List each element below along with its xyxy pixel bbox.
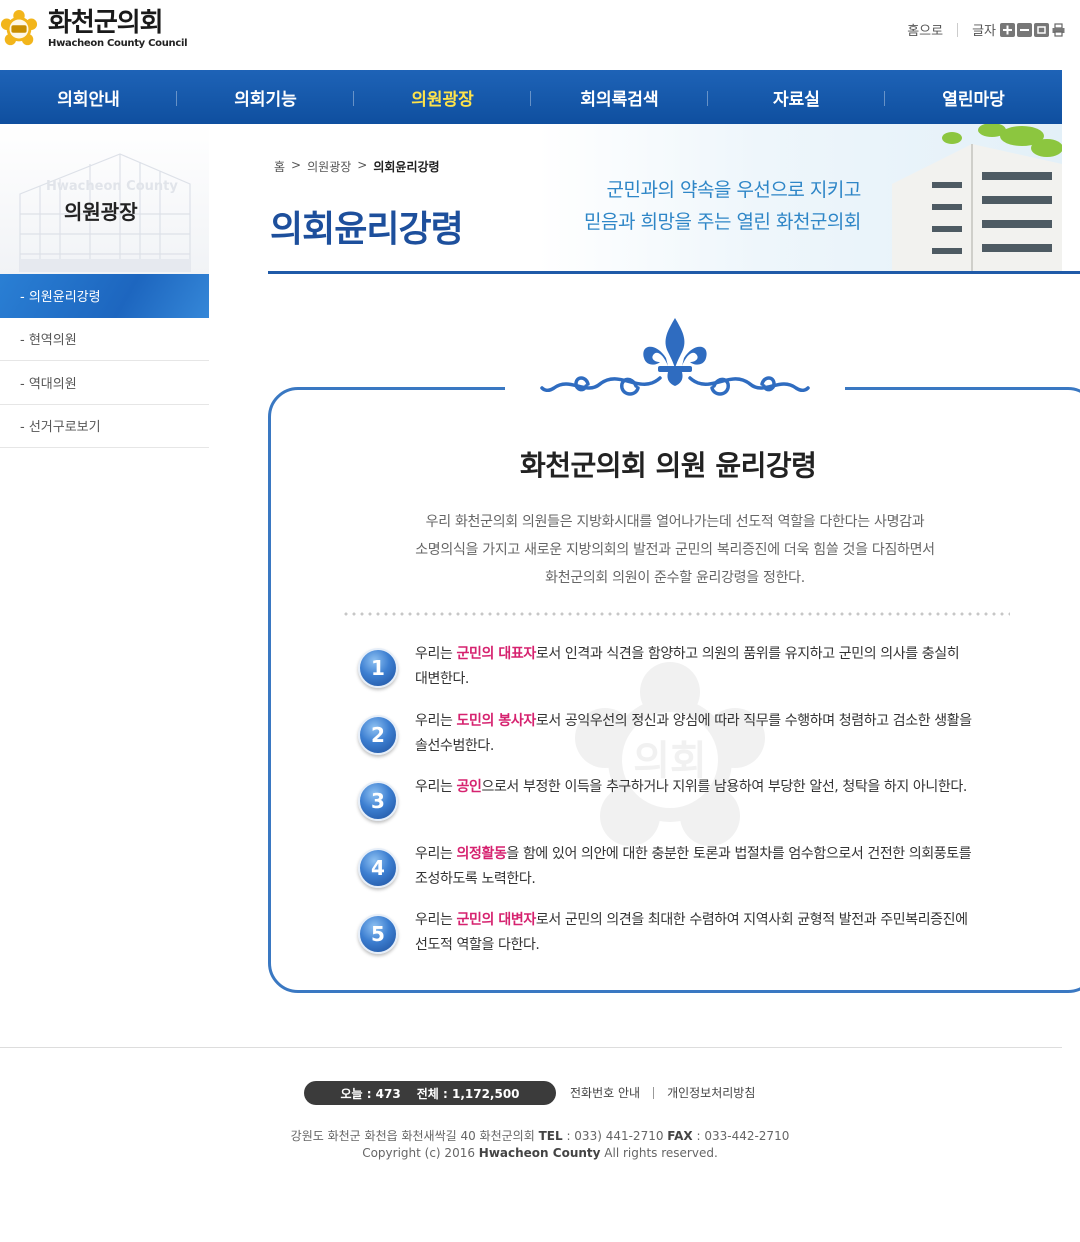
item-highlight: 공인 xyxy=(456,779,482,796)
item-number-badge: 3 xyxy=(358,781,398,822)
utility-divider xyxy=(957,22,959,37)
breadcrumb: 홈 > 의원광장 > 의회윤리강령 xyxy=(274,158,440,175)
site-logo[interactable]: 화천군의회 Hwacheon County Council xyxy=(0,8,188,50)
utility-menu: 홈으로 글자 xyxy=(907,20,1066,39)
side-visual-english: Hwacheon County xyxy=(46,179,178,194)
logo-english-name: Hwacheon County Council xyxy=(48,38,188,49)
breadcrumb-current: 의회윤리강령 xyxy=(373,160,440,174)
phone-directory-link[interactable]: 전화번호 안내 xyxy=(570,1084,640,1101)
lnb-item-constituency[interactable]: - 선거구로보기 xyxy=(0,405,209,448)
side-visual: Hwacheon County 의원광장 xyxy=(0,124,209,274)
fleur-de-lis-ornament-icon xyxy=(540,318,810,396)
footer-link-divider xyxy=(653,1086,655,1099)
page-visual: 홈 > 의원광장 > 의회윤리강령 의회윤리강령 군민과의 약속을 우선으로 지… xyxy=(268,124,1062,272)
item-number-badge: 5 xyxy=(358,914,398,955)
lnb-item-current-members[interactable]: - 현역의원 xyxy=(0,318,209,361)
font-decrease-icon[interactable] xyxy=(1017,22,1032,37)
lnb-item-ethics[interactable]: - 의원윤리강령 xyxy=(0,274,209,318)
print-icon[interactable] xyxy=(1051,22,1066,37)
slogan-line-1: 군민과의 약속을 우선으로 지키고 xyxy=(606,179,862,201)
item-text: 우리는 군민의 대변자로서 군민의 의견을 최대한 수렴하여 지역사회 균형적 … xyxy=(415,912,968,954)
breadcrumb-separator: > xyxy=(357,158,368,172)
item-text: 우리는 도민의 봉사자로서 공익우선의 정신과 양심에 따라 직무를 수행하며 … xyxy=(415,712,972,754)
item-text: 우리는 공인으로서 부정한 이득을 추구하거나 지위를 남용하여 부당한 알선,… xyxy=(415,779,967,796)
sub-navigation: - 의원윤리강령 - 현역의원 - 역대의원 - 선거구로보기 xyxy=(0,274,209,448)
visitor-today: 오늘 : 473 xyxy=(340,1086,401,1101)
intro-line: 소명의식을 가지고 새로운 지방의회의 발전과 군민의 복리증진에 더욱 힘쓸 … xyxy=(415,542,935,558)
breadcrumb-home[interactable]: 홈 xyxy=(274,158,285,175)
footer-copyright: Copyright (c) 2016 Hwacheon County All r… xyxy=(362,1146,718,1160)
item-number-badge: 1 xyxy=(358,648,398,688)
nav-archive[interactable]: 자료실 xyxy=(708,70,885,124)
footer-links: 전화번호 안내 개인정보처리방침 xyxy=(570,1084,755,1101)
side-section-title: 의원광장 xyxy=(64,200,138,224)
lnb-item-past-members[interactable]: - 역대의원 xyxy=(0,361,209,405)
ethics-item: 1 우리는 군민의 대표자로서 인격과 식견을 함양하고 의원의 품위를 유지하… xyxy=(358,642,978,709)
site-header: 화천군의회 Hwacheon County Council 홈으로 글자 xyxy=(0,0,1080,70)
breadcrumb-separator: > xyxy=(291,158,302,172)
item-text: 우리는 의정활동을 함에 있어 의안에 대한 충분한 토론과 법절차를 엄수함으… xyxy=(415,845,972,887)
ethics-item: 2 우리는 도민의 봉사자로서 공익우선의 정신과 양심에 따라 직무를 수행하… xyxy=(358,709,978,776)
privacy-policy-link[interactable]: 개인정보처리방침 xyxy=(667,1084,755,1101)
font-increase-icon[interactable] xyxy=(1000,22,1015,37)
ethics-title: 화천군의회 의원 윤리강령 xyxy=(520,449,817,482)
item-number-badge: 4 xyxy=(358,847,398,888)
nav-open-forum[interactable]: 열린마당 xyxy=(885,70,1062,124)
logo-korean-name: 화천군의회 xyxy=(48,8,164,38)
font-reset-icon[interactable] xyxy=(1034,22,1049,37)
slogan-line-2: 믿음과 희망을 주는 열린 화천군의회 xyxy=(584,211,861,233)
breadcrumb-level1[interactable]: 의원광장 xyxy=(307,158,351,175)
item-text: 우리는 군민의 대표자로서 인격과 식견을 함양하고 의원의 품위를 유지하고 … xyxy=(415,646,960,687)
visitor-total: 전체 : 1,172,500 xyxy=(416,1086,520,1101)
nav-member-plaza[interactable]: 의원광장 xyxy=(354,70,531,124)
page-title: 의회윤리강령 xyxy=(270,209,464,250)
ethics-item: 5 우리는 군민의 대변자로서 군민의 의견을 최대한 수렴하여 지역사회 균형… xyxy=(358,908,978,975)
council-emblem-icon xyxy=(0,10,38,46)
ethics-list: 1 우리는 군민의 대표자로서 인격과 식견을 함양하고 의원의 품위를 유지하… xyxy=(358,642,978,975)
ethics-item: 3 우리는 공인으로서 부정한 이득을 추구하거나 지위를 남용하여 부당한 알… xyxy=(358,775,978,842)
footer-divider xyxy=(0,1047,1062,1048)
intro-line: 우리 화천군의회 의원들은 지방화시대를 열어나가는데 선도적 역할을 다한다는… xyxy=(425,514,925,530)
item-number-badge: 2 xyxy=(358,714,398,755)
page-slogan: 군민과의 약속을 우선으로 지키고 믿음과 희망을 주는 열린 화천군의회 xyxy=(584,174,861,238)
font-size-label: 글자 xyxy=(972,24,996,39)
dotted-divider xyxy=(342,612,1010,616)
nav-council-function[interactable]: 의회기능 xyxy=(177,70,354,124)
item-highlight: 군민의 대변자 xyxy=(456,912,537,929)
main-navigation: 의회안내 의회기능 의원광장 회의록검색 자료실 열린마당 xyxy=(0,70,1062,124)
item-highlight: 의정활동 xyxy=(456,845,507,862)
item-highlight: 군민의 대표자 xyxy=(456,646,537,662)
ethics-item: 4 우리는 의정활동을 함에 있어 의안에 대한 충분한 토론과 법절차를 엄수… xyxy=(358,842,978,909)
footer-address: 강원도 화천군 화천읍 화천새싹길 40 화천군의회 TEL : 033) 44… xyxy=(290,1129,790,1143)
nav-minutes-search[interactable]: 회의록검색 xyxy=(531,70,708,124)
ethics-intro: 우리 화천군의회 의원들은 지방화시대를 열어나가는데 선도적 역할을 다한다는… xyxy=(340,508,1010,592)
home-link[interactable]: 홈으로 xyxy=(907,20,943,39)
council-building-image xyxy=(892,124,1062,272)
visitor-counter: 오늘 : 473 전체 : 1,172,500 xyxy=(304,1081,556,1105)
item-highlight: 도민의 봉사자 xyxy=(456,712,537,729)
intro-line: 화천군의회 의원이 준수할 윤리강령을 정한다. xyxy=(545,570,805,586)
title-underline xyxy=(268,271,1080,274)
nav-council-info[interactable]: 의회안내 xyxy=(0,70,177,124)
